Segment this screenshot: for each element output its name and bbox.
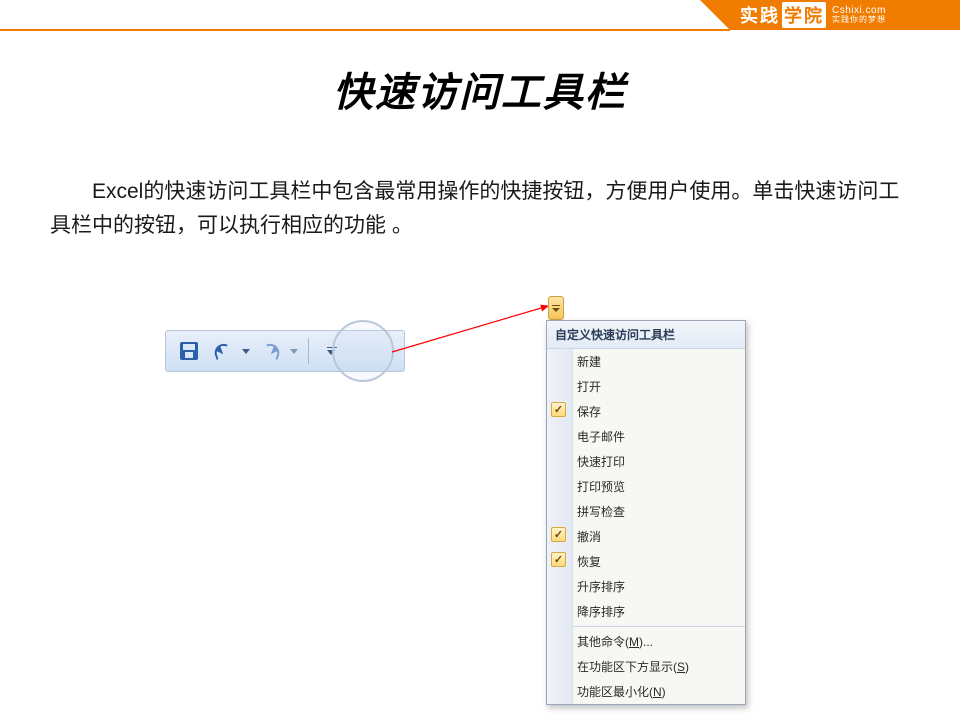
menu-item[interactable]: 功能区最小化(N) xyxy=(573,679,745,704)
menu-separator xyxy=(573,626,745,627)
undo-dropdown-icon[interactable] xyxy=(242,349,250,354)
brand-tagline: 实践你的梦想 xyxy=(832,16,886,24)
menu-item[interactable]: 降序排序 xyxy=(573,599,745,624)
chevron-down-icon xyxy=(552,308,560,312)
brand-text-2: 学院 xyxy=(782,2,826,28)
brand-subtext: Cshixi.com 实践你的梦想 xyxy=(832,6,886,24)
customize-qat-button[interactable] xyxy=(319,338,345,364)
brand-text-1: 实践 xyxy=(740,2,780,28)
top-accent-line xyxy=(0,29,730,31)
save-button[interactable] xyxy=(176,338,202,364)
menu-item[interactable]: 升序排序 xyxy=(573,574,745,599)
menu-item[interactable]: 打开 xyxy=(573,374,745,399)
banner-slant xyxy=(700,0,730,30)
menu-item[interactable]: 撤消✓ xyxy=(573,524,745,549)
menu-item[interactable]: 在功能区下方显示(S) xyxy=(573,654,745,679)
toolbar-divider xyxy=(308,338,309,364)
chevron-down-icon xyxy=(327,350,335,355)
menu-item[interactable]: 快速打印 xyxy=(573,449,745,474)
customize-qat-menu: 自定义快速访问工具栏 新建打开保存✓电子邮件快速打印打印预览拼写检查撤消✓恢复✓… xyxy=(546,320,746,705)
menu-item[interactable]: 其他命令(M)... xyxy=(573,629,745,654)
menu-item[interactable]: 新建 xyxy=(573,349,745,374)
redo-icon xyxy=(260,341,282,360)
redo-dropdown-icon[interactable] xyxy=(290,349,298,354)
slide-body-text: Excel的快速访问工具栏中包含最常用操作的快捷按钮，方便用户使用。单击快速访问… xyxy=(50,175,910,242)
menu-item[interactable]: 恢复✓ xyxy=(573,549,745,574)
redo-button[interactable] xyxy=(258,338,284,364)
brand-logo: 实践 学院 xyxy=(740,2,826,28)
customize-qat-chip[interactable] xyxy=(548,296,564,320)
menu-item[interactable]: 保存✓ xyxy=(573,399,745,424)
menu-item[interactable]: 电子邮件 xyxy=(573,424,745,449)
slide-title: 快速访问工具栏 xyxy=(0,60,960,118)
undo-button[interactable] xyxy=(210,338,236,364)
quick-access-toolbar xyxy=(165,330,405,372)
menu-item[interactable]: 拼写检查 xyxy=(573,499,745,524)
brand-banner: 实践 学院 Cshixi.com 实践你的梦想 xyxy=(730,0,960,30)
undo-icon xyxy=(212,341,234,360)
save-icon xyxy=(180,342,198,360)
check-icon: ✓ xyxy=(551,527,566,542)
callout-arrow xyxy=(390,300,555,360)
menu-items: 新建打开保存✓电子邮件快速打印打印预览拼写检查撤消✓恢复✓升序排序降序排序其他命… xyxy=(573,349,745,704)
check-icon: ✓ xyxy=(551,402,566,417)
menu-item[interactable]: 打印预览 xyxy=(573,474,745,499)
menu-title: 自定义快速访问工具栏 xyxy=(547,321,745,349)
check-icon: ✓ xyxy=(551,552,566,567)
